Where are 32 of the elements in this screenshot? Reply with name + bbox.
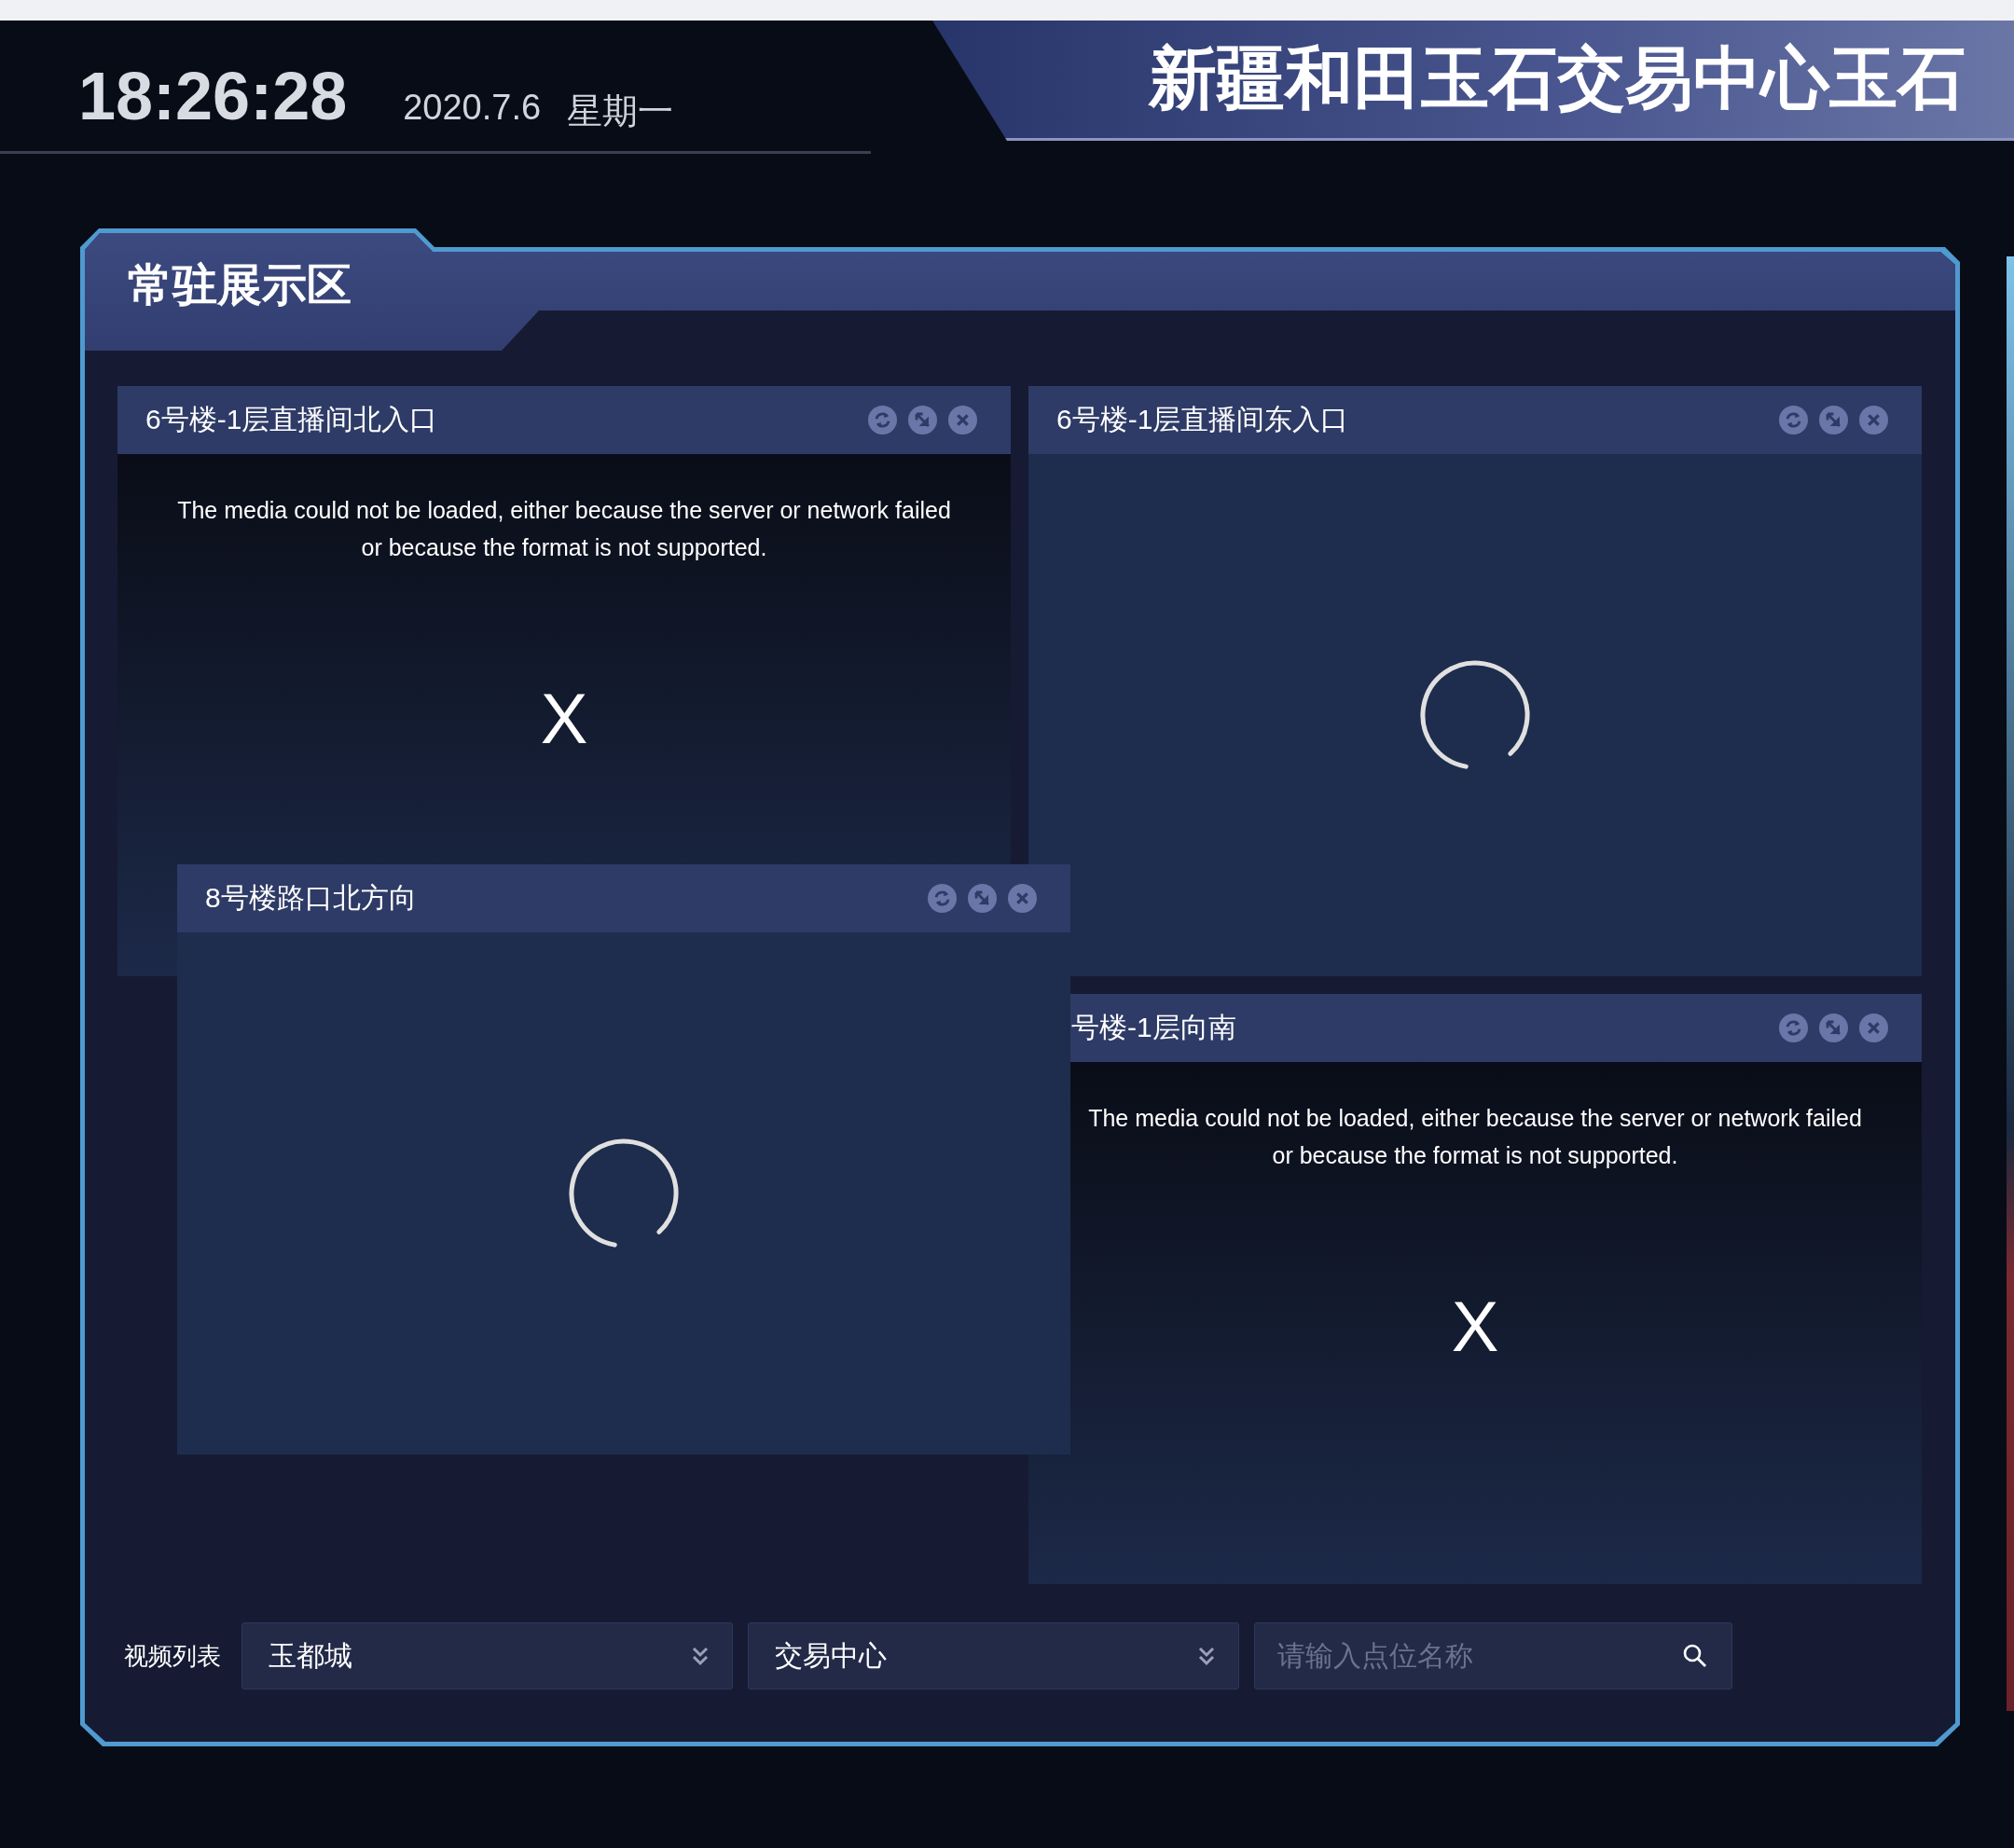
window-title: 号楼-1层向南 [1071, 1011, 1236, 1044]
search-icon[interactable] [1682, 1643, 1708, 1669]
page-title: 新疆和田玉石交易中心玉石 [1149, 38, 1966, 117]
error-mark: X [1451, 1286, 1499, 1367]
refresh-icon[interactable] [1779, 1014, 1808, 1042]
refresh-icon[interactable] [868, 406, 897, 434]
close-icon[interactable] [1008, 884, 1037, 913]
error-message: The media could not be loaded, either because the server or network failed or because the format is not supported. [1088, 1104, 1862, 1170]
chevron-icon [1197, 1646, 1216, 1666]
close-icon[interactable] [1859, 406, 1888, 434]
close-icon[interactable] [1859, 1014, 1888, 1042]
resize-icon[interactable] [1819, 1014, 1848, 1042]
resize-icon[interactable] [1819, 406, 1848, 434]
resize-icon[interactable] [968, 884, 997, 913]
close-icon[interactable] [948, 406, 977, 434]
date-text: 2020.7.6 [403, 88, 542, 129]
resize-icon[interactable] [908, 406, 937, 434]
search-field[interactable]: 请输入点位名称 [1254, 1622, 1732, 1689]
window-title: 6号楼-1层直播间东入口 [1056, 403, 1349, 436]
error-message: The media could not be loaded, either because the server or network failed or because the format is not supported. [177, 496, 951, 562]
refresh-icon[interactable] [1779, 406, 1808, 434]
clock-time: 18:26:28 [78, 58, 348, 134]
window-title: 8号楼路口北方向 [205, 881, 417, 915]
weekday-text: 星期一 [567, 90, 674, 132]
chevron-icon [691, 1646, 710, 1666]
filter-label: 视频列表 [124, 1640, 221, 1672]
dropdown[interactable]: 玉都城 [241, 1622, 733, 1689]
window-title: 6号楼-1层直播间北入口 [145, 403, 438, 436]
error-mark: X [540, 678, 588, 759]
panel-title: 常驻展示区 [128, 259, 352, 311]
refresh-icon[interactable] [928, 884, 957, 913]
dropdown[interactable]: 交易中心 [748, 1622, 1239, 1689]
